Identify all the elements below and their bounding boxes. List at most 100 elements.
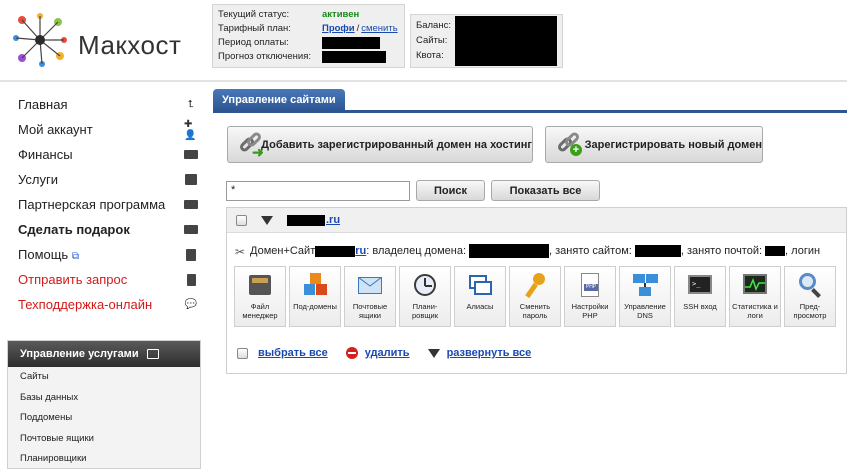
info-prefix: Домен+Сайт: [250, 245, 316, 257]
domain-checkbox[interactable]: [236, 214, 247, 226]
dns-icon: [631, 271, 659, 299]
payment-period-label: Период оплаты:: [218, 37, 289, 48]
expand-all-link[interactable]: развернуть все: [447, 347, 532, 359]
sidebar-item-finance[interactable]: Финансы: [18, 142, 198, 167]
sidebar-item-label: Услуги: [18, 172, 58, 187]
info-mail-label: , занято почтой:: [680, 245, 763, 257]
sidebar-item-label-wrap: Помощь ⧉: [18, 247, 79, 262]
search-button[interactable]: Поиск: [416, 180, 485, 201]
aliases-icon: [466, 271, 494, 299]
tools-row: Файл менеджер Под-домены Почтовые ящики: [234, 266, 836, 327]
external-link-icon: ⧉: [71, 251, 79, 262]
bulk-actions: выбрать все удалить развернуть все: [237, 347, 531, 359]
show-all-button[interactable]: Показать все: [491, 180, 600, 201]
tool-dns[interactable]: Управление DNS: [619, 266, 671, 327]
delete-link[interactable]: удалить: [365, 347, 410, 359]
ssh-icon: >_: [686, 271, 714, 299]
add-domain-label: Добавить зарегистрированный домен на хос…: [261, 138, 532, 151]
partner-icon: [184, 199, 198, 211]
info-site-label: , занято сайтом:: [549, 245, 632, 257]
select-all-link[interactable]: выбрать все: [258, 347, 328, 359]
collapse-icon: [146, 349, 159, 359]
tool-ssh[interactable]: >_ SSH вход: [674, 266, 726, 327]
tool-label: Под-домены: [293, 302, 337, 311]
domain-name-redacted: [287, 214, 325, 226]
add-domain-button[interactable]: ➜ Добавить зарегистрированный домен на х…: [227, 126, 533, 163]
tool-stats[interactable]: Статистика и логи: [729, 266, 781, 327]
sidebar-item-partner[interactable]: Партнерская программа: [18, 192, 198, 217]
services-item-sites[interactable]: Сайты: [8, 367, 200, 388]
tool-subdomains[interactable]: Под-домены: [289, 266, 341, 327]
tab-underline: [213, 110, 847, 113]
tariff-change-link[interactable]: сменить: [361, 22, 397, 36]
tool-scheduler[interactable]: Плани-ровщик: [399, 266, 451, 327]
user-icon: ✚👤: [184, 118, 197, 141]
sidebar-item-account[interactable]: Мой аккаунт ✚👤: [18, 117, 198, 142]
expand-all-icon: [427, 348, 440, 358]
wallet-icon: [184, 149, 198, 161]
search-input[interactable]: *: [226, 181, 410, 201]
services-item-schedulers[interactable]: Планировщики: [8, 449, 200, 469]
sidebar-item-support-online[interactable]: Техподдержка-онлайн 💬: [18, 292, 198, 317]
domain-link[interactable]: .ru: [287, 214, 340, 226]
tool-change-password[interactable]: Сменить пароль: [509, 266, 561, 327]
sidebar-item-label: Сделать подарок: [18, 222, 130, 237]
key-icon: [521, 271, 549, 299]
services-item-subdomains[interactable]: Поддомены: [8, 408, 200, 429]
subdomains-icon: [301, 271, 329, 299]
list-icon: [184, 174, 198, 186]
sidebar-item-label: Главная: [18, 97, 68, 112]
domain-list: .ru ✂ Домен+Сайт ru : владелец домена: ,…: [226, 207, 847, 374]
shutdown-forecast-label: Прогноз отключения:: [218, 51, 311, 62]
expand-triangle-icon[interactable]: [261, 215, 273, 225]
select-all-checkbox[interactable]: [237, 347, 248, 359]
tariff-value-link[interactable]: Профи: [322, 22, 355, 36]
info-site-redacted: [634, 245, 681, 257]
register-domain-button[interactable]: + Зарегистрировать новый домен: [545, 126, 763, 163]
tool-label: Почтовые ящики: [352, 302, 388, 320]
tool-preview[interactable]: Пред-просмотр: [784, 266, 836, 327]
payment-period-redacted: [322, 37, 380, 49]
help-icon: [184, 248, 198, 261]
tool-mailboxes[interactable]: Почтовые ящики: [344, 266, 396, 327]
account-status-panel: Текущий статус: активен Тарифный план: П…: [212, 4, 405, 68]
tool-label: Файл менеджер: [242, 302, 278, 320]
tool-label: Статистика и логи: [732, 302, 778, 320]
tool-label: SSH вход: [683, 302, 717, 311]
sidebar-item-home[interactable]: Главная ⮤: [18, 92, 198, 117]
tool-label: Сменить пароль: [519, 302, 551, 320]
info-mail-redacted: [765, 246, 786, 256]
tool-php-settings[interactable]: PHP Настройки PHP: [564, 266, 616, 327]
services-panel-header[interactable]: Управление услугами: [8, 341, 200, 367]
chain-link-plus-icon: +: [554, 130, 582, 158]
tool-label: Настройки PHP: [571, 302, 609, 320]
gift-icon: [184, 224, 198, 236]
sidebar-item-send-request[interactable]: Отправить запрос: [18, 267, 198, 292]
sidebar-menu: Главная ⮤ Мой аккаунт ✚👤 Финансы Услуги …: [18, 92, 198, 317]
services-item-mailboxes[interactable]: Почтовые ящики: [8, 429, 200, 450]
logo-mark-icon: [13, 13, 67, 67]
current-status-label: Текущий статус:: [218, 9, 290, 20]
services-panel-title: Управление услугами: [20, 348, 139, 360]
logo-text: Макхост: [78, 30, 182, 60]
tool-aliases[interactable]: Алиасы: [454, 266, 506, 327]
tools-icon: ✂: [235, 245, 246, 259]
sidebar-item-label: Партнерская программа: [18, 197, 166, 212]
services-panel: Управление услугами Сайты Базы данных По…: [7, 340, 201, 469]
sidebar-item-label: Мой аккаунт: [18, 122, 93, 137]
tariff-separator: /: [356, 23, 360, 34]
preview-icon: [796, 271, 824, 299]
tab-site-management[interactable]: Управление сайтами: [213, 89, 345, 111]
domain-suffix: .ru: [326, 214, 341, 226]
sidebar-item-gift[interactable]: Сделать подарок: [18, 217, 198, 242]
tool-file-manager[interactable]: Файл менеджер: [234, 266, 286, 327]
sidebar-item-help[interactable]: Помощь ⧉: [18, 242, 198, 267]
services-item-databases[interactable]: Базы данных: [8, 388, 200, 409]
info-owner-label: : владелец домена:: [366, 245, 467, 257]
logo[interactable]: Макхост: [10, 10, 200, 72]
chat-icon: 💬: [184, 299, 198, 310]
tariff-label: Тарифный план:: [218, 23, 291, 34]
sidebar-item-services[interactable]: Услуги: [18, 167, 198, 192]
mailbox-icon: [356, 271, 384, 299]
info-login-label: , логин: [785, 245, 821, 257]
